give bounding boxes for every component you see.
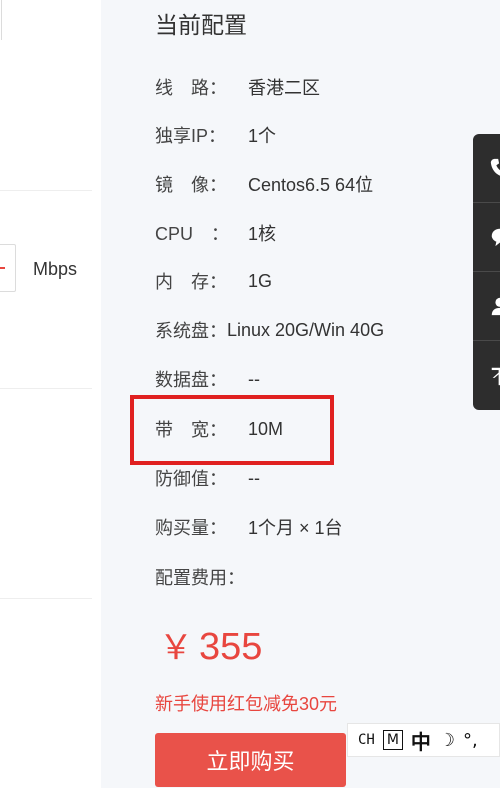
row-label: 系统盘： [155, 321, 227, 341]
ime-m-button[interactable]: M [382, 730, 403, 750]
price-currency: ￥ [159, 629, 193, 667]
config-row-cpu: CPU ： 1核 [155, 220, 276, 246]
row-label: 内 存： [155, 272, 227, 292]
price-amount: 355 [199, 626, 263, 668]
bandwidth-unit-label: Mbps [33, 259, 78, 279]
phone-icon [490, 158, 500, 176]
row-value: 香港二区 [248, 78, 320, 98]
row-label: 镜 像： [155, 175, 227, 195]
form-divider [0, 388, 92, 389]
config-row-image: 镜 像： Centos6.5 64位 [155, 171, 373, 197]
ime-mode-label[interactable]: CH [358, 732, 375, 748]
row-value: 1核 [248, 224, 277, 244]
floating-toolbar [473, 134, 500, 410]
row-value: -- [248, 467, 260, 488]
row-value: 1个 [248, 126, 277, 146]
row-label: 配置费用： [155, 568, 245, 588]
user-icon [491, 297, 500, 316]
float-message-button[interactable] [473, 203, 500, 272]
order-form-column: Mbps [0, 0, 100, 788]
promo-text: 新手使用红包减免30元 [155, 694, 338, 714]
row-value: -- [248, 368, 260, 389]
message-icon [491, 228, 500, 247]
ime-toolbar[interactable]: CH M 中 ☽ °, [347, 723, 500, 757]
price-display: ￥ 355 [159, 620, 262, 669]
ime-chinese-toggle[interactable]: 中 [411, 726, 431, 755]
row-value: 1G [248, 270, 273, 291]
row-value: 1个月 × 1台 [248, 518, 343, 538]
config-row-line: 线 路： 香港二区 [155, 74, 320, 100]
decrement-mark[interactable] [0, 267, 5, 269]
moon-icon[interactable]: ☽ [439, 730, 455, 751]
bandwidth-highlight-box [130, 395, 334, 465]
form-divider [0, 190, 92, 191]
row-label: 数据盘： [155, 370, 227, 390]
row-label: 线 路： [155, 78, 227, 98]
row-label: 购买量： [155, 518, 227, 538]
config-row-quantity: 购买量： 1个月 × 1台 [155, 514, 343, 540]
config-row-system-disk: 系统盘： Linux 20G/Win 40G [155, 317, 384, 343]
punctuation-icon[interactable]: °, [463, 730, 478, 751]
row-value: Linux 20G/Win 40G [227, 319, 385, 340]
float-phone-button[interactable] [473, 134, 500, 203]
float-user-button[interactable] [473, 272, 500, 341]
config-row-defense: 防御值： -- [155, 465, 260, 491]
panel-title: 当前配置 [155, 12, 247, 38]
form-input-edge[interactable] [0, 0, 2, 40]
bandwidth-stepper[interactable] [0, 244, 16, 292]
float-top-button[interactable] [473, 341, 500, 410]
config-row-memory: 内 存： 1G [155, 268, 272, 294]
config-row-data-disk: 数据盘： -- [155, 366, 260, 392]
row-value: Centos6.5 64位 [248, 175, 374, 195]
back-to-top-icon [491, 367, 500, 385]
config-row-ip: 独享IP： 1个 [155, 122, 276, 148]
row-label: 防御值： [155, 469, 227, 489]
buy-now-button[interactable]: 立即购买 [155, 733, 346, 787]
row-label: 独享IP： [155, 126, 227, 146]
row-label: CPU ： [155, 224, 230, 244]
config-row-fee: 配置费用： [155, 564, 245, 590]
form-divider [0, 598, 92, 599]
config-summary-panel: 当前配置 线 路： 香港二区 独享IP： 1个 镜 像： Centos6.5 6… [101, 0, 500, 788]
